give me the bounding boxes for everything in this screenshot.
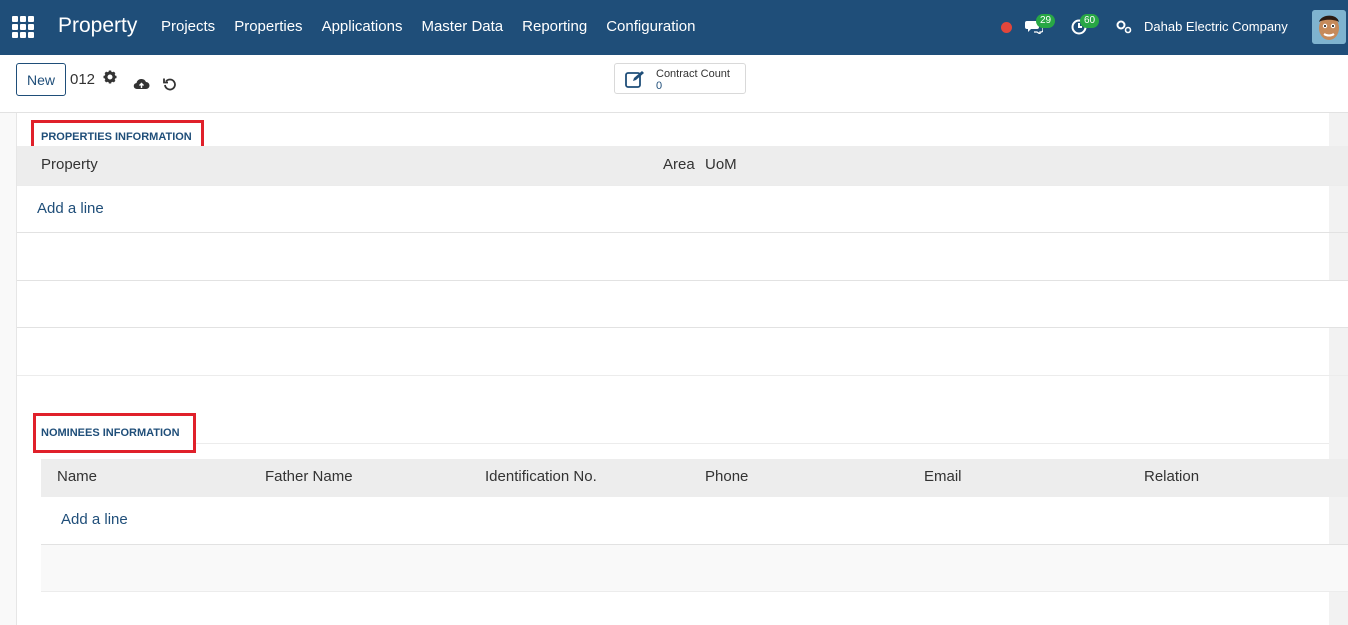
control-panel: New 012 Contract Count 0 <box>0 55 1348 113</box>
stat-value: 0 <box>656 80 663 92</box>
column-header-name[interactable]: Name <box>57 468 97 485</box>
column-header-father-name[interactable]: Father Name <box>265 468 353 485</box>
column-header-area[interactable]: Area <box>663 156 695 173</box>
gear-icon[interactable] <box>103 70 117 84</box>
add-line-link[interactable]: Add a line <box>37 200 104 217</box>
menu-item-applications[interactable]: Applications <box>322 18 403 35</box>
section-title-properties: PROPERTIES INFORMATION <box>41 131 192 143</box>
menu-item-properties[interactable]: Properties <box>234 18 302 35</box>
add-line-link[interactable]: Add a line <box>61 511 128 528</box>
edit-icon <box>625 71 644 88</box>
menu-item-reporting[interactable]: Reporting <box>522 18 587 35</box>
contract-count-button[interactable]: Contract Count 0 <box>614 63 746 94</box>
table-bottom-divider <box>41 591 1348 592</box>
status-dot-icon <box>1001 22 1012 33</box>
menu-item-configuration[interactable]: Configuration <box>606 18 695 35</box>
app-brand[interactable]: Property <box>58 14 137 38</box>
company-switch-icon[interactable] <box>1116 20 1132 34</box>
menu-item-projects[interactable]: Projects <box>161 18 215 35</box>
company-switcher[interactable]: Dahab Electric Company <box>1144 19 1288 34</box>
new-button[interactable]: New <box>16 63 66 96</box>
stat-label: Contract Count <box>656 68 730 80</box>
record-name: 012 <box>70 71 96 88</box>
column-header-identification-no[interactable]: Identification No. <box>485 468 597 485</box>
column-header-property[interactable]: Property <box>41 156 98 173</box>
activities-badge: 60 <box>1080 14 1100 28</box>
column-header-relation[interactable]: Relation <box>1144 468 1199 485</box>
apps-grid-icon[interactable] <box>12 16 34 38</box>
column-header-uom[interactable]: UoM <box>705 156 737 173</box>
discard-icon[interactable] <box>163 77 177 91</box>
messages-badge: 29 <box>1036 14 1056 28</box>
nominees-table-header: Name Father Name Identification No. Phon… <box>41 459 1348 497</box>
section-title-nominees: NOMINEES INFORMATION <box>41 427 180 439</box>
main-menu: Projects Properties Applications Master … <box>161 18 714 35</box>
table-row-divider <box>17 185 1348 186</box>
table-row <box>17 232 1348 280</box>
section-divider <box>196 443 1329 444</box>
table-row <box>17 280 1348 328</box>
column-header-phone[interactable]: Phone <box>705 468 748 485</box>
top-navbar: Property Projects Properties Application… <box>0 0 1348 55</box>
table-row <box>17 327 1348 375</box>
properties-table-header: Property Area UoM <box>17 146 1348 186</box>
table-bottom-divider <box>17 375 1348 376</box>
cloud-save-icon[interactable] <box>133 77 150 91</box>
avatar[interactable] <box>1312 10 1346 44</box>
menu-item-master-data[interactable]: Master Data <box>421 18 503 35</box>
table-row <box>41 544 1348 592</box>
column-header-email[interactable]: Email <box>924 468 962 485</box>
